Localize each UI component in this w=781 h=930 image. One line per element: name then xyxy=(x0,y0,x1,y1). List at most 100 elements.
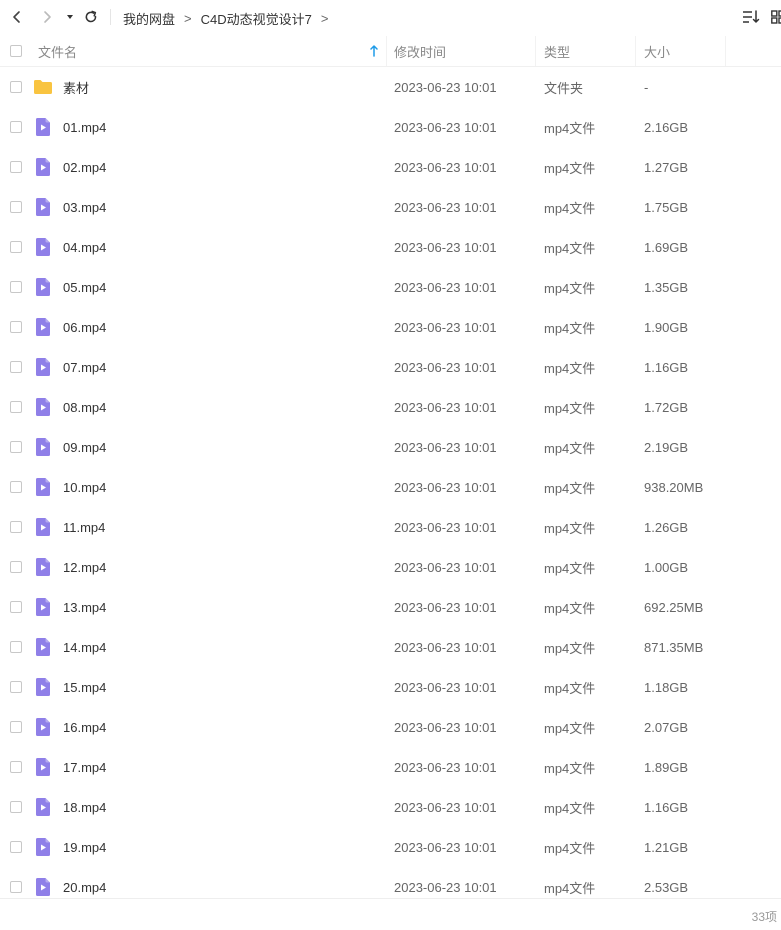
modified-time: 2023-06-23 10:01 xyxy=(394,79,497,95)
table-row[interactable]: 15.mp4 2023-06-23 10:01 mp4文件 1.18GB xyxy=(0,667,781,707)
grid-view-icon[interactable] xyxy=(771,8,781,26)
table-row[interactable]: 18.mp4 2023-06-23 10:01 mp4文件 1.16GB xyxy=(0,787,781,827)
table-row[interactable]: 08.mp4 2023-06-23 10:01 mp4文件 1.72GB xyxy=(0,387,781,427)
file-name[interactable]: 01.mp4 xyxy=(63,107,106,147)
file-name[interactable]: 14.mp4 xyxy=(63,627,106,667)
table-row[interactable]: 09.mp4 2023-06-23 10:01 mp4文件 2.19GB xyxy=(0,427,781,467)
column-divider[interactable] xyxy=(635,36,636,66)
table-row[interactable]: 10.mp4 2023-06-23 10:01 mp4文件 938.20MB xyxy=(0,467,781,507)
file-name[interactable]: 03.mp4 xyxy=(63,187,106,227)
table-row[interactable]: 06.mp4 2023-06-23 10:01 mp4文件 1.90GB xyxy=(0,307,781,347)
table-row[interactable]: 16.mp4 2023-06-23 10:01 mp4文件 2.07GB xyxy=(0,707,781,747)
table-row[interactable]: 04.mp4 2023-06-23 10:01 mp4文件 1.69GB xyxy=(0,227,781,267)
file-size: 1.90GB xyxy=(644,319,689,335)
table-row[interactable]: 07.mp4 2023-06-23 10:01 mp4文件 1.16GB xyxy=(0,347,781,387)
header-modified[interactable]: 修改时间 xyxy=(394,36,446,66)
header-size[interactable]: 大小 xyxy=(644,36,670,66)
row-checkbox[interactable] xyxy=(10,801,22,813)
table-row[interactable]: 02.mp4 2023-06-23 10:01 mp4文件 1.27GB xyxy=(0,147,781,187)
toolbar: 我的网盘 > C4D动态视觉设计7 > xyxy=(0,0,781,34)
row-checkbox[interactable] xyxy=(10,321,22,333)
modified-time: 2023-06-23 10:01 xyxy=(394,839,497,855)
row-checkbox[interactable] xyxy=(10,881,22,893)
forward-icon[interactable] xyxy=(36,6,58,28)
row-checkbox[interactable] xyxy=(10,761,22,773)
row-checkbox[interactable] xyxy=(10,241,22,253)
table-row[interactable]: 03.mp4 2023-06-23 10:01 mp4文件 1.75GB xyxy=(0,187,781,227)
file-size: 2.16GB xyxy=(644,119,689,135)
breadcrumb-item-current[interactable]: C4D动态视觉设计7 xyxy=(201,9,312,28)
row-checkbox[interactable] xyxy=(10,601,22,613)
table-row[interactable]: 17.mp4 2023-06-23 10:01 mp4文件 1.89GB xyxy=(0,747,781,787)
file-name[interactable]: 17.mp4 xyxy=(63,747,106,787)
column-divider[interactable] xyxy=(535,36,536,66)
file-name[interactable]: 04.mp4 xyxy=(63,227,106,267)
video-file-icon xyxy=(33,677,53,697)
file-name[interactable]: 16.mp4 xyxy=(63,707,106,747)
row-checkbox[interactable] xyxy=(10,681,22,693)
dropdown-icon[interactable] xyxy=(60,6,80,28)
sort-ascending-icon[interactable] xyxy=(369,36,379,66)
video-file-icon xyxy=(33,397,53,417)
file-type: mp4文件 xyxy=(544,240,596,256)
row-checkbox[interactable] xyxy=(10,441,22,453)
column-divider[interactable] xyxy=(386,36,387,66)
row-checkbox[interactable] xyxy=(10,561,22,573)
file-size: 1.69GB xyxy=(644,239,689,255)
modified-time: 2023-06-23 10:01 xyxy=(394,199,497,215)
row-checkbox[interactable] xyxy=(10,121,22,133)
folder-icon xyxy=(33,77,53,97)
table-row[interactable]: 11.mp4 2023-06-23 10:01 mp4文件 1.26GB xyxy=(0,507,781,547)
column-divider[interactable] xyxy=(725,36,726,66)
table-row[interactable]: 05.mp4 2023-06-23 10:01 mp4文件 1.35GB xyxy=(0,267,781,307)
video-file-icon xyxy=(33,237,53,257)
row-checkbox[interactable] xyxy=(10,361,22,373)
row-checkbox[interactable] xyxy=(10,161,22,173)
header-type[interactable]: 类型 xyxy=(544,36,570,66)
table-row[interactable]: 14.mp4 2023-06-23 10:01 mp4文件 871.35MB xyxy=(0,627,781,667)
row-checkbox[interactable] xyxy=(10,201,22,213)
file-name[interactable]: 19.mp4 xyxy=(63,827,106,867)
table-row[interactable]: 19.mp4 2023-06-23 10:01 mp4文件 1.21GB xyxy=(0,827,781,867)
breadcrumb: 我的网盘 > C4D动态视觉设计7 > xyxy=(123,9,337,27)
file-name[interactable]: 08.mp4 xyxy=(63,387,106,427)
file-name[interactable]: 素材 xyxy=(63,67,89,107)
row-checkbox[interactable] xyxy=(10,841,22,853)
file-name[interactable]: 13.mp4 xyxy=(63,587,106,627)
modified-time: 2023-06-23 10:01 xyxy=(394,439,497,455)
breadcrumb-item-root[interactable]: 我的网盘 xyxy=(123,9,175,28)
file-type: mp4文件 xyxy=(544,200,596,216)
file-name[interactable]: 10.mp4 xyxy=(63,467,106,507)
row-checkbox[interactable] xyxy=(10,641,22,653)
row-checkbox[interactable] xyxy=(10,281,22,293)
file-name[interactable]: 07.mp4 xyxy=(63,347,106,387)
file-name[interactable]: 11.mp4 xyxy=(63,507,105,547)
file-size: 1.21GB xyxy=(644,839,689,855)
file-name[interactable]: 02.mp4 xyxy=(63,147,106,187)
back-icon[interactable] xyxy=(6,6,28,28)
select-all-checkbox[interactable] xyxy=(10,45,22,57)
modified-time: 2023-06-23 10:01 xyxy=(394,759,497,775)
table-row[interactable]: 01.mp4 2023-06-23 10:01 mp4文件 2.16GB xyxy=(0,107,781,147)
table-row[interactable]: 素材 2023-06-23 10:01 文件夹 - xyxy=(0,67,781,107)
row-checkbox[interactable] xyxy=(10,401,22,413)
row-checkbox[interactable] xyxy=(10,721,22,733)
header-name[interactable]: 文件名 xyxy=(38,36,77,66)
table-row[interactable]: 13.mp4 2023-06-23 10:01 mp4文件 692.25MB xyxy=(0,587,781,627)
modified-time: 2023-06-23 10:01 xyxy=(394,239,497,255)
sort-icon[interactable] xyxy=(742,8,760,26)
modified-time: 2023-06-23 10:01 xyxy=(394,599,497,615)
file-name[interactable]: 15.mp4 xyxy=(63,667,106,707)
row-checkbox[interactable] xyxy=(10,521,22,533)
file-name[interactable]: 12.mp4 xyxy=(63,547,106,587)
file-size: 1.16GB xyxy=(644,359,689,375)
file-name[interactable]: 09.mp4 xyxy=(63,427,106,467)
row-checkbox[interactable] xyxy=(10,481,22,493)
table-row[interactable]: 12.mp4 2023-06-23 10:01 mp4文件 1.00GB xyxy=(0,547,781,587)
file-name[interactable]: 18.mp4 xyxy=(63,787,106,827)
file-name[interactable]: 06.mp4 xyxy=(63,307,106,347)
row-checkbox[interactable] xyxy=(10,81,22,93)
file-name[interactable]: 05.mp4 xyxy=(63,267,106,307)
refresh-icon[interactable] xyxy=(80,6,102,28)
breadcrumb-separator: > xyxy=(320,10,329,26)
